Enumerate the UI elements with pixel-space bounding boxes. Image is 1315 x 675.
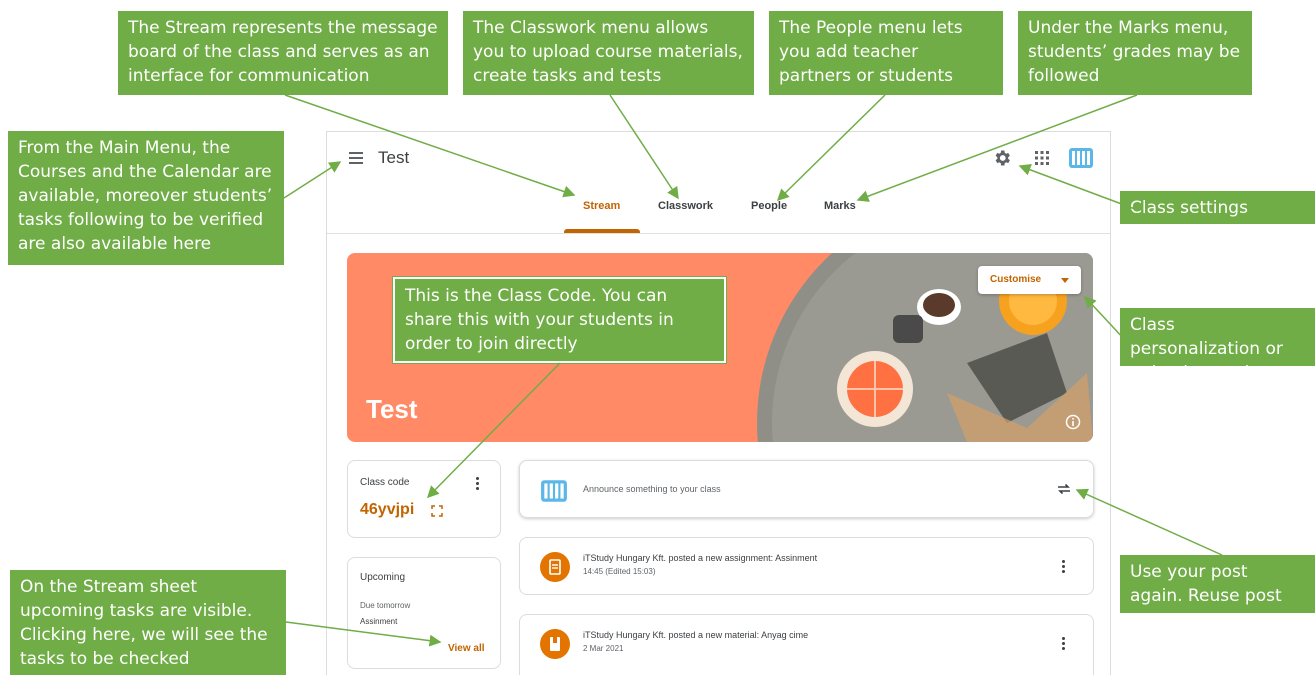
assignment-icon — [540, 552, 570, 582]
callout-main-menu: From the Main Menu, the Courses and the … — [8, 131, 284, 265]
class-code-value: 46yvjpi — [360, 501, 415, 518]
more-vert-icon[interactable] — [1062, 637, 1066, 651]
callout-personalization: Class personalization or upload own phot… — [1120, 308, 1315, 383]
upcoming-card: Upcoming Due tomorrow Assinment View all — [347, 557, 501, 669]
customise-button[interactable]: Customise — [978, 266, 1081, 294]
tab-marks[interactable]: Marks — [824, 200, 856, 212]
customise-label: Customise — [990, 274, 1042, 285]
callout-marks: Under the Marks menu, students’ grades m… — [1018, 11, 1252, 95]
apps-grid-icon[interactable] — [1035, 151, 1049, 165]
active-tab-indicator — [564, 229, 640, 233]
upcoming-due: Due tomorrow — [360, 601, 411, 610]
class-code-label: Class code — [360, 477, 410, 488]
post-title: iTStudy Hungary Kft. posted a new materi… — [583, 630, 809, 640]
callout-stream: The Stream represents the message board … — [118, 11, 448, 95]
callout-people: The People menu lets you add teacher par… — [769, 11, 1003, 95]
top-bar: Test Stream Classwork People Marks — [327, 132, 1110, 234]
stream-post[interactable]: iTStudy Hungary Kft. posted a new materi… — [519, 614, 1094, 675]
classroom-logo-icon[interactable] — [1068, 145, 1094, 171]
upcoming-task[interactable]: Assinment — [360, 617, 397, 626]
class-title: Test — [378, 148, 410, 167]
tab-classwork[interactable]: Classwork — [658, 200, 713, 212]
classroom-window: Test Stream Classwork People Marks Custo… — [326, 131, 1111, 675]
reuse-icon[interactable] — [1056, 481, 1072, 497]
callout-class-settings: Class settings — [1120, 191, 1315, 224]
more-vert-icon[interactable] — [1062, 560, 1066, 574]
post-meta: 2 Mar 2021 — [583, 644, 624, 653]
tab-stream[interactable]: Stream — [583, 200, 620, 212]
gear-icon[interactable] — [992, 148, 1012, 168]
callout-classwork: The Classwork menu allows you to upload … — [463, 11, 754, 95]
tab-people[interactable]: People — [751, 200, 787, 212]
post-title: iTStudy Hungary Kft. posted a new assign… — [583, 553, 818, 563]
classroom-logo-icon — [541, 480, 567, 502]
stream-post[interactable]: iTStudy Hungary Kft. posted a new assign… — [519, 537, 1094, 595]
announce-placeholder: Announce something to your class — [583, 484, 721, 494]
callout-upcoming: On the Stream sheet upcoming tasks are v… — [10, 570, 286, 675]
banner-title: Test — [366, 394, 418, 424]
upcoming-label: Upcoming — [360, 572, 406, 583]
expand-icon[interactable] — [431, 505, 443, 517]
material-icon — [540, 629, 570, 659]
dropdown-caret-icon — [1061, 278, 1069, 283]
callout-reuse: Use your post again. Reuse post — [1120, 555, 1315, 613]
callout-class-code: This is the Class Code. You can share th… — [393, 277, 726, 363]
more-vert-icon[interactable] — [476, 477, 480, 491]
class-code-card: Class code 46yvjpi — [347, 460, 501, 538]
announce-box[interactable]: Announce something to your class — [519, 460, 1094, 518]
post-meta: 14:45 (Edited 15:03) — [583, 567, 656, 576]
view-all-link[interactable]: View all — [448, 643, 485, 654]
info-icon[interactable] — [1065, 414, 1081, 430]
menu-icon[interactable] — [349, 152, 363, 164]
